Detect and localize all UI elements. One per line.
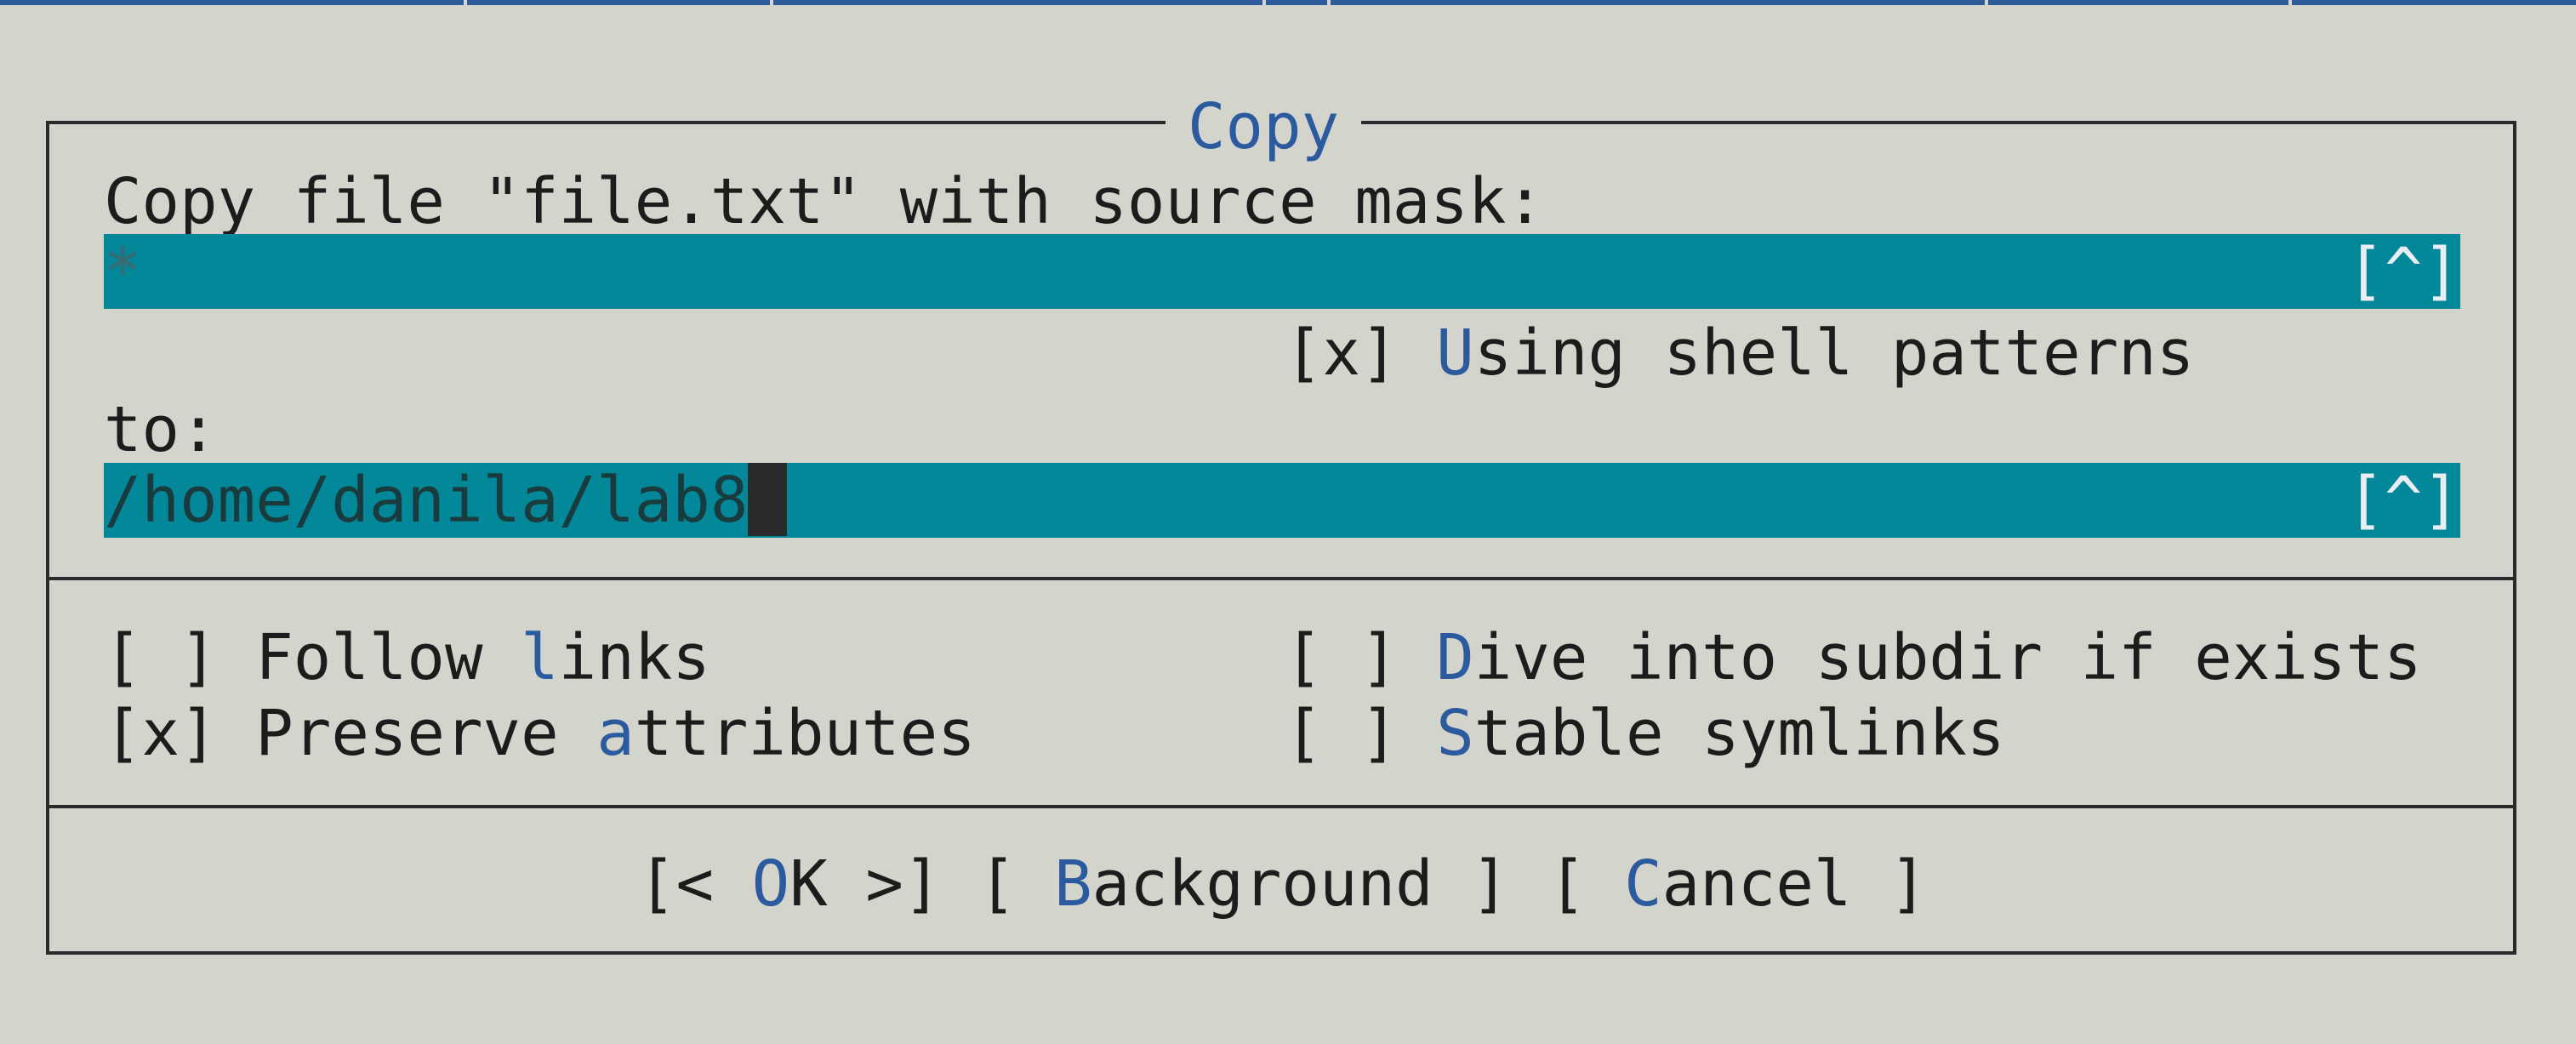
dive-into-subdir-checkbox[interactable]: [ ] Dive into subdir if exists (1285, 621, 2422, 694)
top-panel-edge (0, 0, 2576, 5)
button-label: ackground (1091, 847, 1433, 921)
source-mask-value: * (104, 235, 142, 308)
option-label: ttributes (634, 697, 976, 770)
button-label: K (789, 847, 828, 921)
hotkey-letter: l (521, 621, 559, 694)
preserve-attributes-checkbox[interactable]: [x] Preserve attributes (104, 697, 976, 770)
background-button[interactable]: [ Background ] (978, 847, 1509, 921)
hotkey-letter: B (1054, 847, 1092, 921)
button-bracket: [< (638, 847, 752, 921)
button-bracket: [ (1548, 847, 1625, 921)
checkbox-mark: [x] (1285, 317, 1399, 390)
checkbox-mark: [ ] (104, 621, 218, 694)
dialog-title: Copy (1165, 90, 1362, 163)
source-mask-input[interactable]: * [^] (104, 234, 2460, 309)
option-label: Preserve (255, 697, 597, 770)
hotkey-letter: S (1436, 697, 1474, 770)
panel-divider (1262, 0, 1266, 5)
destination-label: to: (104, 393, 218, 466)
checkbox-mark: [ ] (1285, 621, 1399, 694)
destination-history-button[interactable]: [^] (2346, 463, 2460, 538)
dialog-divider (46, 577, 2516, 580)
destination-value: /home/danila/lab8 (104, 463, 788, 538)
button-bracket: [ (978, 847, 1055, 921)
option-label: ive into subdir if exists (1473, 621, 2422, 694)
panel-divider (464, 0, 467, 5)
hotkey-letter: U (1436, 317, 1474, 390)
panel-divider (1985, 0, 1988, 5)
option-label: table symlinks (1473, 697, 2005, 770)
panel-divider (1327, 0, 1331, 5)
option-label: inks (558, 621, 710, 694)
checkbox-mark: [x] (104, 697, 218, 770)
button-label: ancel (1661, 847, 1852, 921)
checkbox-mark: [ ] (1285, 697, 1399, 770)
stable-symlinks-checkbox[interactable]: [ ] Stable symlinks (1285, 697, 2005, 770)
source-mask-label: Copy file "file.txt" with source mask: (104, 165, 1544, 238)
cancel-button[interactable]: [ Cancel ] (1548, 847, 1928, 921)
hotkey-letter: a (596, 697, 635, 770)
dialog-divider (46, 805, 2516, 808)
hotkey-letter: C (1624, 847, 1662, 921)
destination-input[interactable]: /home/danila/lab8 [^] (104, 463, 2460, 538)
follow-links-checkbox[interactable]: [ ] Follow links (104, 621, 710, 694)
hotkey-letter: D (1436, 621, 1474, 694)
button-bracket: ] (1433, 847, 1509, 921)
option-label: Follow (255, 621, 521, 694)
shell-patterns-label: sing shell patterns (1473, 317, 2195, 390)
source-history-button[interactable]: [^] (2346, 234, 2460, 309)
shell-patterns-checkbox[interactable]: [x] Using shell patterns (1285, 317, 2194, 390)
hotkey-letter: O (751, 847, 790, 921)
panel-divider (2288, 0, 2292, 5)
ok-button[interactable]: [< OK >] (638, 847, 941, 921)
button-bracket: ] (1851, 847, 1928, 921)
panel-divider (770, 0, 773, 5)
button-bracket: >] (827, 847, 942, 921)
text-cursor (748, 463, 788, 536)
